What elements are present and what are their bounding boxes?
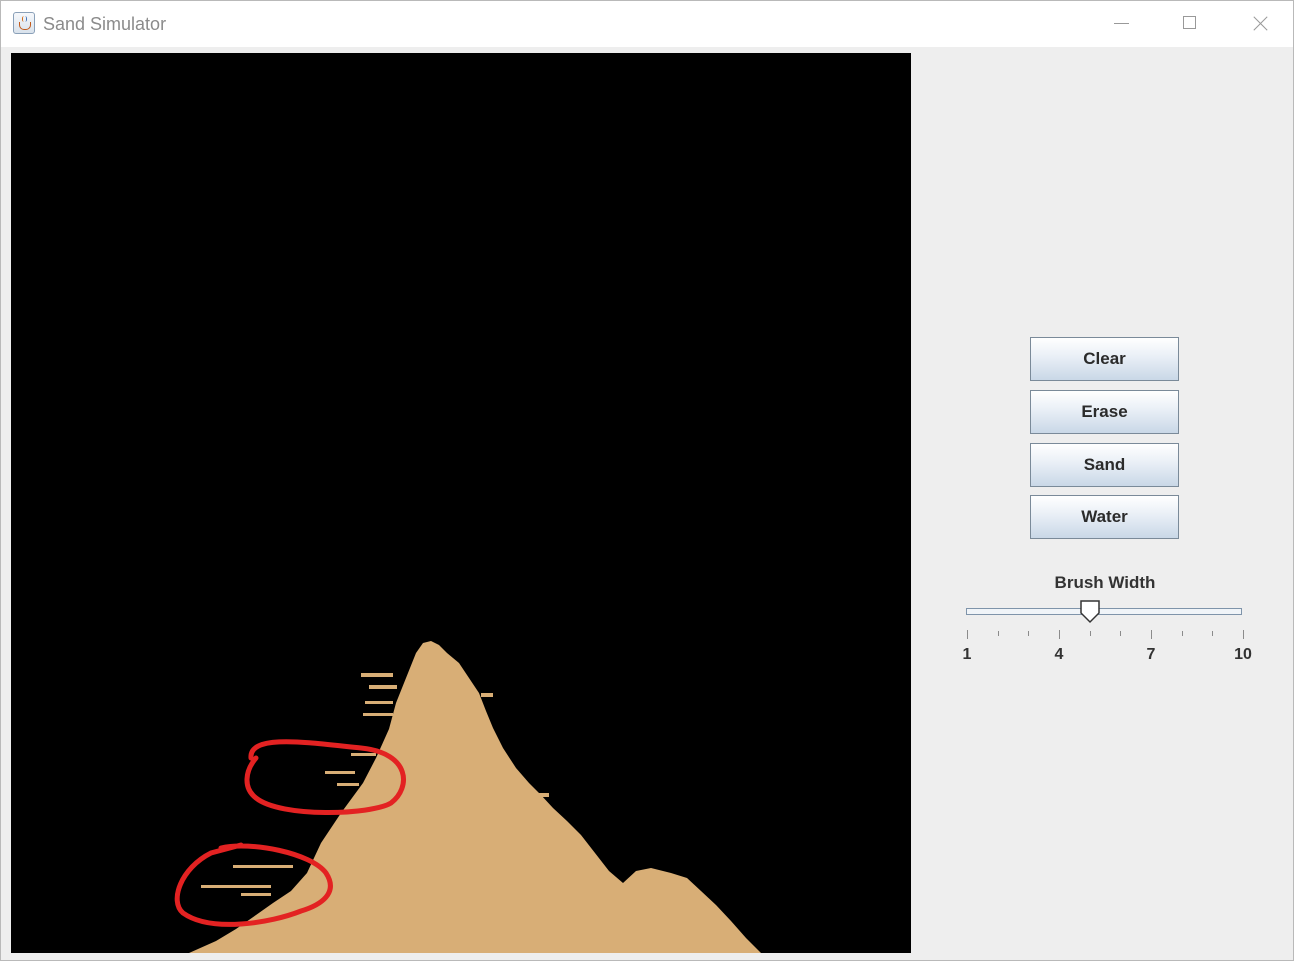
tick-label: 7 xyxy=(1146,646,1156,663)
erase-button[interactable]: Erase xyxy=(1030,390,1179,434)
window-title: Sand Simulator xyxy=(43,14,167,34)
tick-label: 10 xyxy=(1234,646,1252,663)
maximize-button[interactable] xyxy=(1156,1,1224,47)
major-tick xyxy=(967,630,968,639)
maximize-icon xyxy=(1183,16,1196,29)
tick-label: 4 xyxy=(1054,646,1064,663)
brush-width-label: Brush Width xyxy=(1054,573,1156,592)
major-tick xyxy=(1243,630,1244,639)
tick-label: 1 xyxy=(962,646,972,663)
water-button[interactable]: Water xyxy=(1030,495,1179,539)
minor-tick xyxy=(998,631,999,636)
minor-tick xyxy=(1182,631,1183,636)
minor-tick xyxy=(1090,631,1091,636)
title-bar[interactable]: Sand Simulator xyxy=(1,1,1293,47)
close-button[interactable] xyxy=(1225,1,1293,47)
brush-width-slider-thumb[interactable] xyxy=(1079,600,1101,624)
simulation-canvas[interactable] xyxy=(11,53,911,953)
brush-width-slider-track[interactable] xyxy=(966,608,1242,615)
minimize-button[interactable] xyxy=(1087,1,1155,47)
clear-button[interactable]: Clear xyxy=(1030,337,1179,381)
minimize-icon xyxy=(1114,23,1129,24)
major-tick xyxy=(1059,630,1060,639)
minor-tick xyxy=(1028,631,1029,636)
sand-pile-drawing xyxy=(174,641,761,953)
major-tick xyxy=(1151,630,1152,639)
minor-tick xyxy=(1120,631,1121,636)
slider-thumb-icon xyxy=(1080,600,1100,624)
minor-tick xyxy=(1212,631,1213,636)
sand-pile xyxy=(189,641,761,953)
java-app-icon xyxy=(13,12,35,34)
sand-button[interactable]: Sand xyxy=(1030,443,1179,487)
